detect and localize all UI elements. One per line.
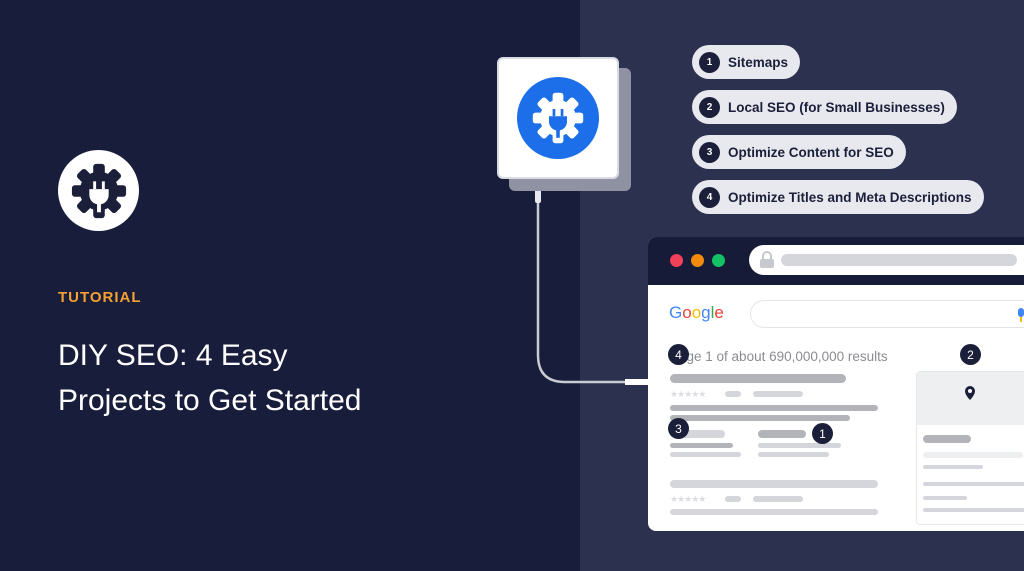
map-pin-icon	[965, 386, 975, 400]
search-bar	[750, 300, 1024, 328]
rating-stars: ★★★★★	[670, 389, 706, 399]
placeholder-bar	[670, 480, 878, 488]
placeholder-bar	[670, 415, 850, 421]
logo	[58, 150, 139, 231]
step-number: 2	[699, 96, 720, 118]
placeholder-bar	[923, 508, 1024, 512]
project-pill: 2 Local SEO (for Small Businesses)	[692, 90, 957, 124]
step-number: 4	[699, 186, 720, 208]
placeholder-bar	[923, 465, 983, 469]
results-count: Page 1 of about 690,000,000 results	[670, 349, 888, 364]
browser-titlebar	[648, 237, 1024, 285]
plug-cable	[535, 177, 650, 385]
placeholder-bar	[725, 391, 741, 397]
project-label: Sitemaps	[728, 54, 789, 70]
gear-plug-icon	[532, 92, 584, 144]
close-dot	[670, 254, 683, 267]
mic-icon	[1018, 308, 1024, 322]
placeholder-bar	[758, 430, 806, 438]
lock-icon	[760, 251, 774, 268]
marker-1: 1	[812, 423, 833, 444]
project-pill: 4 Optimize Titles and Meta Descriptions	[692, 180, 984, 214]
placeholder-bar	[923, 452, 1023, 458]
marker-3: 3	[668, 418, 689, 439]
step-number: 3	[699, 141, 720, 163]
placeholder-bar	[923, 482, 1024, 486]
project-label: Local SEO (for Small Businesses)	[728, 99, 945, 115]
plugin-card	[497, 57, 619, 179]
local-map-panel	[916, 371, 1024, 525]
minimize-dot	[691, 254, 704, 267]
url-placeholder	[781, 254, 1017, 266]
plugin-badge	[517, 77, 599, 159]
title-line: DIY SEO: 4 Easy	[58, 339, 288, 372]
rating-stars: ★★★★★	[670, 494, 706, 504]
page-title: DIY SEO: 4 Easy Projects to Get Started	[58, 333, 458, 423]
step-number: 1	[699, 51, 720, 73]
category-label: TUTORIAL	[58, 289, 142, 306]
browser-window: Google Page 1 of about 690,000,000 resul…	[648, 237, 1024, 531]
placeholder-bar	[670, 443, 733, 448]
placeholder-bar	[670, 509, 878, 515]
placeholder-bar	[923, 496, 967, 500]
placeholder-bar	[670, 405, 878, 411]
address-bar	[749, 245, 1024, 275]
google-logo: Google	[669, 303, 724, 322]
placeholder-bar	[758, 452, 829, 457]
result-title-placeholder	[670, 374, 846, 383]
placeholder-bar	[758, 443, 841, 448]
placeholder-bar	[725, 496, 741, 502]
title-line: Projects to Get Started	[58, 384, 362, 417]
project-pill: 3 Optimize Content for SEO	[692, 135, 906, 169]
marker-4: 4	[668, 344, 689, 365]
project-pill: 1 Sitemaps	[692, 45, 801, 79]
marker-2: 2	[960, 344, 981, 365]
maximize-dot	[712, 254, 725, 267]
placeholder-bar	[670, 452, 741, 457]
project-label: Optimize Content for SEO	[728, 144, 894, 160]
map	[917, 372, 1024, 425]
placeholder-bar	[923, 435, 971, 443]
project-label: Optimize Titles and Meta Descriptions	[728, 189, 972, 205]
gear-plug-icon	[71, 163, 126, 218]
placeholder-bar	[753, 391, 803, 397]
placeholder-bar	[753, 496, 803, 502]
